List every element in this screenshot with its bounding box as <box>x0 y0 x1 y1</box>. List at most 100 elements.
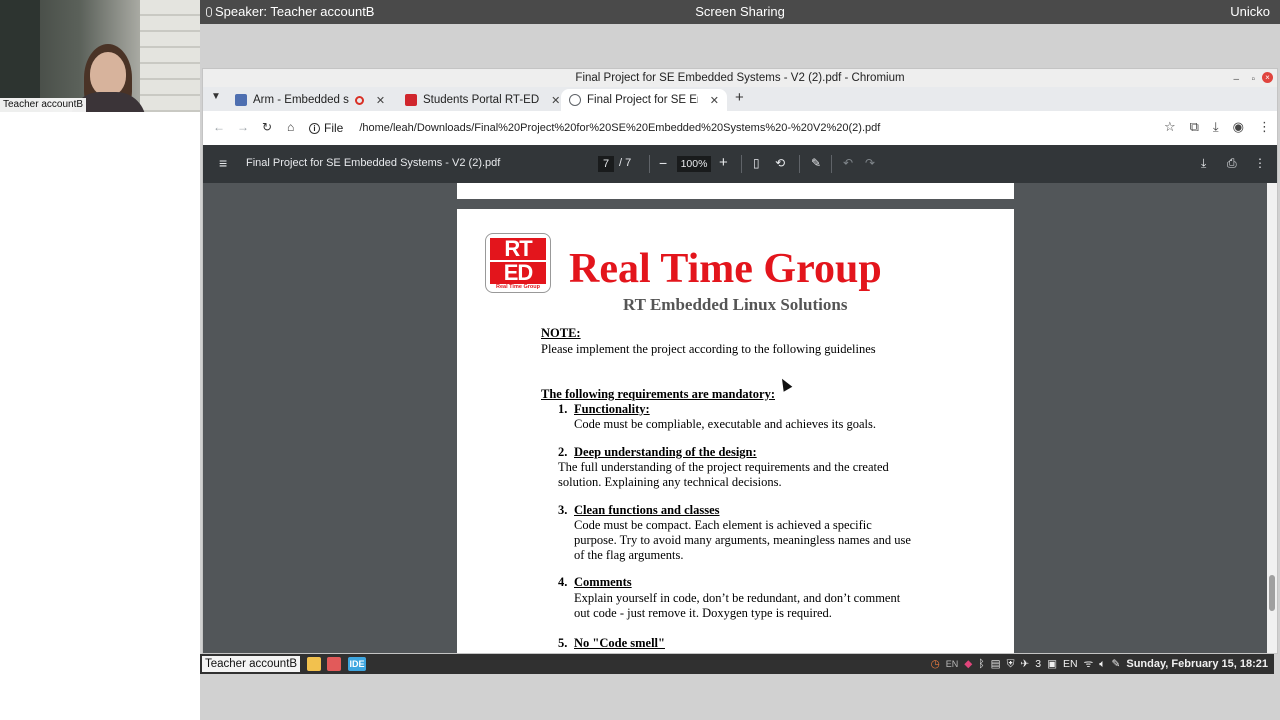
notification-count: 3 <box>1035 658 1042 670</box>
info-icon: i <box>309 122 320 134</box>
close-tab-icon[interactable]: ✕ <box>551 94 559 107</box>
mandatory-heading: The following requirements are mandatory… <box>541 387 776 401</box>
item-heading: Clean functions and classes <box>574 503 720 517</box>
shield-icon[interactable]: ⛨ <box>1007 658 1015 671</box>
globe-favicon-icon <box>569 94 581 106</box>
url-text[interactable]: /home/leah/Downloads/Final%20Project%20f… <box>359 122 880 134</box>
volume-icon[interactable]: 🔈︎ <box>1099 658 1105 671</box>
date-time[interactable]: Sunday, February 15, 18:21 <box>1126 658 1268 670</box>
redo-icon[interactable]: ↷ <box>865 156 875 170</box>
item-text: Explain yourself in code, don’t be redun… <box>574 591 901 605</box>
logo-caption: Real Time Group <box>496 284 540 290</box>
clipboard-icon[interactable]: ▤ <box>991 658 1001 670</box>
current-user[interactable]: Unicko <box>1230 4 1270 19</box>
logo-text-bottom: ED <box>490 262 546 284</box>
app-icon[interactable] <box>327 657 341 671</box>
tab-final-project[interactable]: Final Project for SE Em ✕ <box>561 89 727 111</box>
fit-page-icon[interactable]: ▯ <box>753 156 760 170</box>
hovered-window-label: Teacher accountB <box>202 656 301 672</box>
previous-page-edge <box>457 183 1014 199</box>
video-background-wall <box>140 0 200 112</box>
close-window-icon[interactable]: × <box>1262 72 1273 83</box>
ide-icon[interactable]: IDE <box>348 657 366 671</box>
tab-search-chevron-icon[interactable]: ▼ <box>211 91 221 102</box>
pdf-download-icon[interactable]: ⤓ <box>1201 156 1206 171</box>
wifi-icon[interactable]: ᯤ <box>1084 657 1094 671</box>
pdf-scrollbar[interactable] <box>1267 183 1277 653</box>
rotate-icon[interactable]: ⟲ <box>775 156 785 170</box>
annotate-icon[interactable]: ✎ <box>811 156 821 170</box>
item-heading: Deep understanding of the design: <box>574 445 757 459</box>
scrollbar-thumb[interactable] <box>1269 575 1275 611</box>
input-language[interactable]: EN <box>946 659 959 669</box>
zoom-input[interactable]: 100% <box>677 156 711 172</box>
extensions-icon[interactable]: ⧉ <box>1190 119 1199 135</box>
participant-name: Teacher accountB <box>0 98 87 112</box>
profile-icon[interactable]: ◉ <box>1233 119 1244 135</box>
bluetooth-icon[interactable]: ᛒ <box>978 658 984 670</box>
note-heading: NOTE: <box>541 326 581 340</box>
window-title: Final Project for SE Embedded Systems - … <box>575 72 905 84</box>
toolbar-divider <box>649 155 650 173</box>
item-text: purpose. Try to avoid many arguments, me… <box>574 533 911 547</box>
battery-icon[interactable]: ▣ <box>1047 658 1057 670</box>
clock-icon[interactable]: ◷ <box>931 658 940 670</box>
toolbar-divider <box>741 155 742 173</box>
item-number: 3. <box>558 503 568 517</box>
home-icon[interactable]: ⌂ <box>287 120 294 134</box>
bookmark-star-icon[interactable]: ☆ <box>1164 119 1176 135</box>
browser-window: Final Project for SE Embedded Systems - … <box>202 68 1278 654</box>
meeting-sidebar: Teacher accountB <box>0 0 200 720</box>
item-text: Code must be compact. Each element is ac… <box>574 518 872 532</box>
omnibox[interactable]: i File /home/leah/Downloads/Final%20Proj… <box>309 116 1129 140</box>
undo-icon[interactable]: ↶ <box>843 156 853 170</box>
page-number-input[interactable]: 7 <box>598 156 614 172</box>
reload-icon[interactable]: ↻ <box>262 120 272 134</box>
note-text: Please implement the project according t… <box>541 342 876 356</box>
meeting-top-bar: Speaker: Teacher accountB Screen Sharing… <box>200 0 1280 24</box>
browser-actions: ☆ ⧉ ⤓ ◉ ⋮ <box>1164 119 1271 135</box>
keyboard-language[interactable]: EN <box>1063 658 1078 670</box>
item-text: The full understanding of the project re… <box>558 460 889 474</box>
sidebar-menu-icon[interactable]: ≡ <box>219 155 227 171</box>
pdf-more-icon[interactable]: ⋮ <box>1254 156 1266 170</box>
tab-label: Students Portal RT-ED <box>423 94 540 106</box>
person-face <box>90 52 126 96</box>
tab-strip: ▼ Arm - Embedded s ✕ Students Portal RT-… <box>203 87 1277 111</box>
item-number: 2. <box>558 445 568 459</box>
tab-students-portal[interactable]: Students Portal RT-ED ✕ <box>397 89 559 111</box>
pdf-page: RT ED Real Time Group Real Time Group RT… <box>457 209 1014 653</box>
site-info-chip[interactable]: i File <box>309 121 343 135</box>
folder-icon[interactable] <box>307 657 321 671</box>
document-title: Real Time Group <box>569 246 882 292</box>
item-text: of the flag arguments. <box>574 548 684 562</box>
item-number: 1. <box>558 402 568 416</box>
page-total: / 7 <box>619 157 632 169</box>
downloads-icon[interactable]: ⤓ <box>1213 119 1219 135</box>
participant-video[interactable]: Teacher accountB <box>0 0 200 112</box>
zoom-out-icon[interactable]: − <box>659 155 667 171</box>
pdf-viewer[interactable]: RT ED Real Time Group Real Time Group RT… <box>203 183 1277 653</box>
colorful-app-icon[interactable]: ◆ <box>964 658 972 670</box>
new-tab-icon[interactable]: + <box>735 89 744 106</box>
back-icon[interactable]: ← <box>213 120 225 134</box>
system-tray: ◷ EN ◆ ᛒ ▤ ⛨ ✈ 3 ▣ EN ᯤ 🔈︎ ✎ Sunday, Feb… <box>931 657 1268 671</box>
rted-logo: RT ED Real Time Group <box>485 233 551 293</box>
pdf-document-title: Final Project for SE Embedded Systems - … <box>246 157 501 169</box>
pen-icon[interactable]: ✎ <box>1112 658 1121 670</box>
tab-arm-embedded[interactable]: Arm - Embedded s ✕ <box>227 89 393 111</box>
meeting-title: Screen Sharing <box>695 4 785 19</box>
pdf-toolbar: ≡ Final Project for SE Embedded Systems … <box>203 145 1277 183</box>
forward-icon[interactable]: → <box>237 120 249 134</box>
address-bar: ← → ↻ ⌂ i File /home/leah/Downloads/Fina… <box>203 111 1277 145</box>
zoom-in-icon[interactable]: + <box>719 154 728 171</box>
close-tab-icon[interactable]: ✕ <box>710 94 719 107</box>
item-text: solution. Explaining any technical decis… <box>558 475 782 489</box>
rted-favicon-icon <box>405 94 417 106</box>
menu-kebab-icon[interactable]: ⋮ <box>1258 119 1271 135</box>
notifications-icon[interactable]: ✈ <box>1020 658 1029 670</box>
print-icon[interactable]: ⎙ <box>1227 156 1237 171</box>
item-heading: No "Code smell" <box>574 636 665 650</box>
close-tab-icon[interactable]: ✕ <box>376 94 385 107</box>
item-text: Code must be compliable, executable and … <box>574 417 876 431</box>
